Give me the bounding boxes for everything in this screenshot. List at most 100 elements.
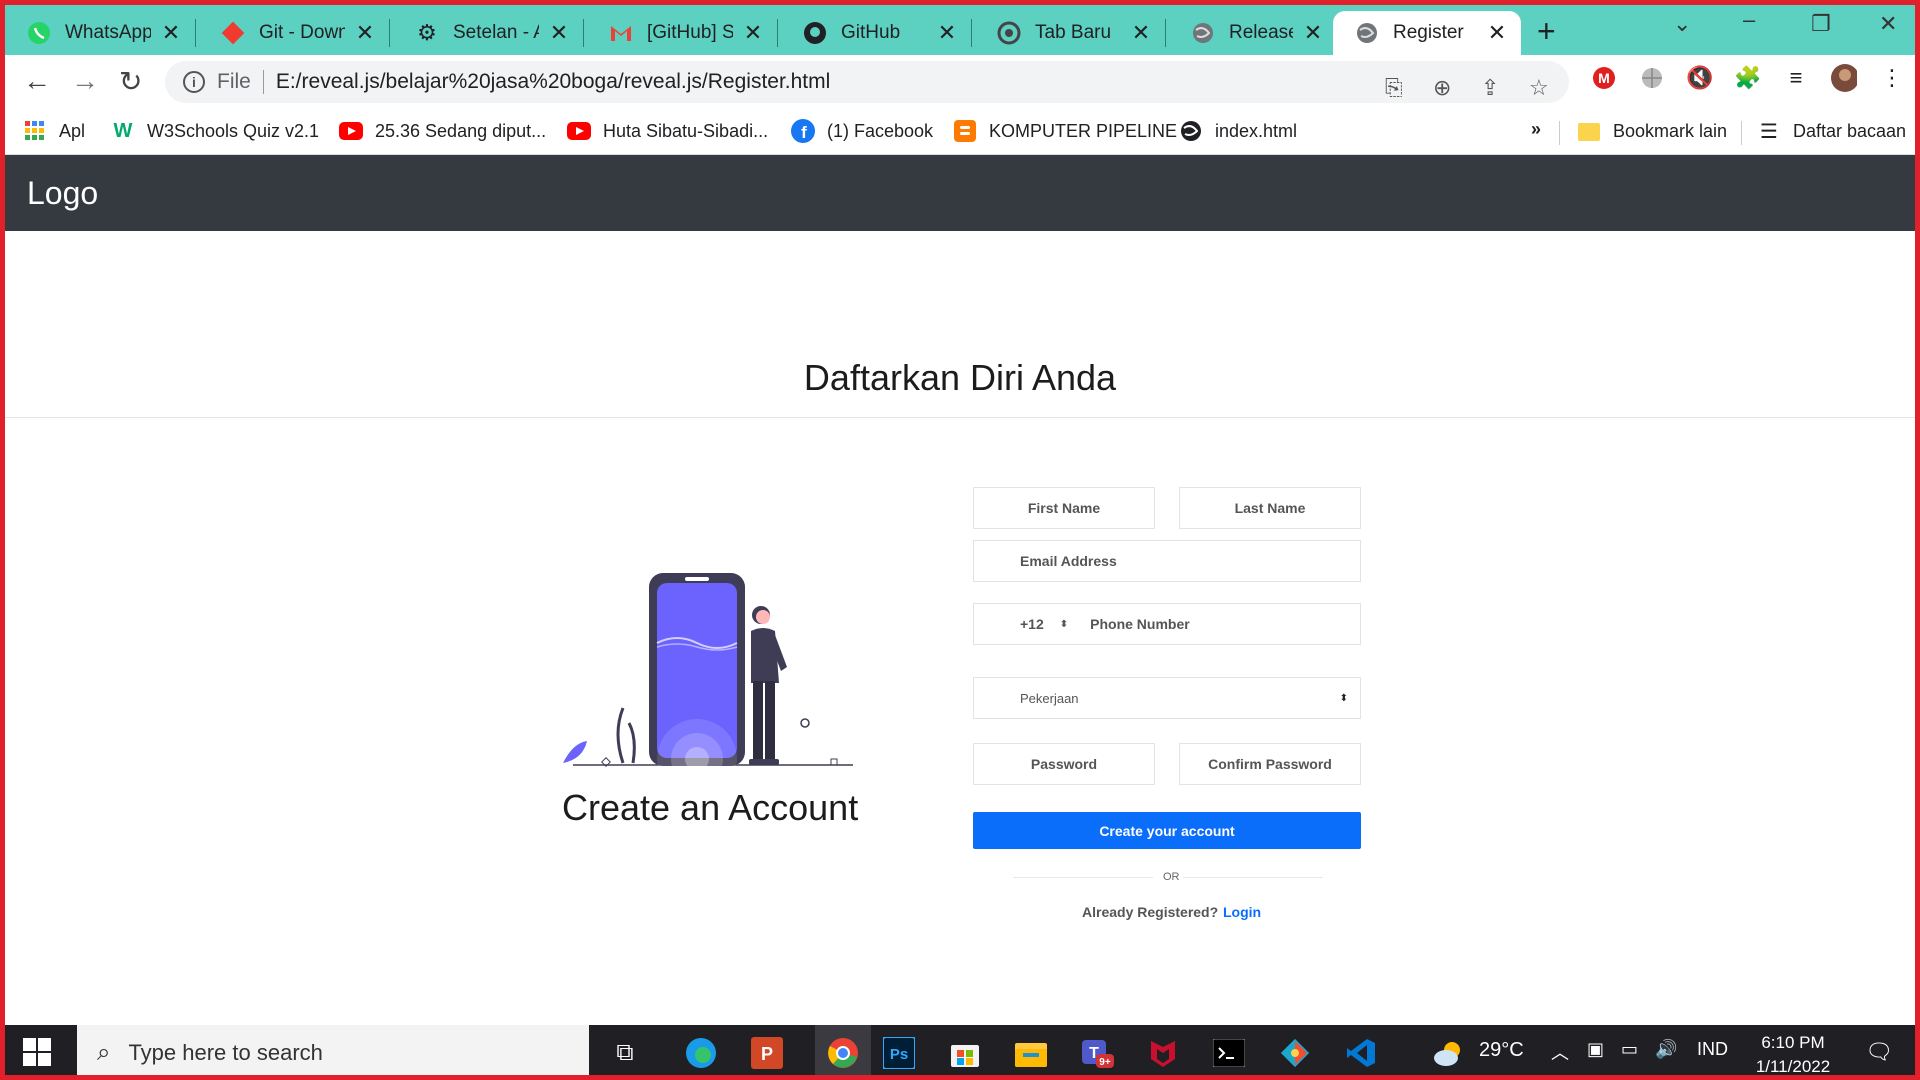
vscode-icon[interactable]	[1343, 1035, 1379, 1071]
site-logo[interactable]: Logo	[27, 175, 98, 212]
confirm-password-field[interactable]: Confirm Password	[1179, 743, 1361, 785]
tab-whatsapp[interactable]: WhatsApp ✕	[5, 11, 195, 55]
close-tab-icon[interactable]: ✕	[1487, 20, 1507, 46]
bookmark-label: W3Schools Quiz v2.1	[147, 120, 320, 141]
tab-releasenotes[interactable]: ReleaseNot ✕	[1169, 11, 1337, 55]
phone-placeholder: Phone Number	[1090, 616, 1190, 632]
divider	[5, 417, 1915, 418]
store-icon[interactable]	[947, 1035, 983, 1071]
pekerjaan-select[interactable]: Pekerjaan ⬍	[973, 677, 1361, 719]
bookmark-w3schools[interactable]: W W3Schools Quiz v2.1	[111, 119, 320, 143]
youtube-icon	[567, 119, 591, 143]
tab-new[interactable]: Tab Baru ✕	[975, 11, 1165, 55]
phone-field[interactable]: +12 ⬍ Phone Number	[973, 603, 1361, 645]
bookmark-facebook[interactable]: f (1) Facebook	[791, 119, 933, 143]
last-name-field[interactable]: Last Name	[1179, 487, 1361, 529]
close-tab-icon[interactable]: ✕	[937, 20, 957, 46]
tab-git[interactable]: Git - Downl ✕	[199, 11, 389, 55]
tray-chevron-icon[interactable]: ︿	[1551, 1039, 1569, 1065]
tab-register[interactable]: Register ✕	[1333, 11, 1521, 55]
confirm-password-placeholder: Confirm Password	[1208, 756, 1332, 772]
forward-arrow-icon[interactable]: →	[71, 65, 99, 97]
photoshop-icon[interactable]: Ps	[881, 1035, 917, 1071]
bookmark-star-icon[interactable]: ☆	[1529, 75, 1549, 101]
profile-avatar[interactable]	[1831, 64, 1857, 92]
notification-icon[interactable]: 🗨	[1865, 1039, 1893, 1065]
volume-icon[interactable]: 🔊	[1655, 1039, 1677, 1060]
media-control-icon[interactable]: ≡	[1783, 65, 1809, 91]
teams-badge: 9+	[1099, 1057, 1111, 1068]
tab-github[interactable]: GitHub ✕	[781, 11, 971, 55]
browser-toolbar: ← → ↻ i File E:/reveal.js/belajar%20jasa…	[5, 55, 1915, 109]
reload-icon[interactable]: ↻	[119, 65, 142, 98]
close-tab-icon[interactable]: ✕	[1131, 20, 1151, 46]
task-view-icon[interactable]: ⧉	[607, 1035, 643, 1071]
email-field[interactable]: Email Address	[973, 540, 1361, 582]
bookmark-youtube-2[interactable]: Huta Sibatu-Sibadi...	[567, 119, 768, 143]
select-arrows-icon: ⬍	[1059, 618, 1069, 630]
bookmark-label: Daftar bacaan	[1793, 120, 1907, 141]
first-name-field[interactable]: First Name	[973, 487, 1155, 529]
tab-settings[interactable]: ⚙ Setelan - Al ✕	[393, 11, 583, 55]
terminal-icon[interactable]	[1211, 1035, 1247, 1071]
weather-icon[interactable]	[1431, 1035, 1467, 1071]
windows-start-icon[interactable]	[23, 1038, 51, 1066]
country-code-select[interactable]: +12	[1020, 616, 1044, 632]
weather-temperature[interactable]: 29°C	[1479, 1039, 1524, 1062]
address-bar[interactable]: i File E:/reveal.js/belajar%20jasa%20bog…	[165, 61, 1569, 103]
battery-icon[interactable]: ▭	[1621, 1039, 1638, 1060]
first-name-placeholder: First Name	[1027, 500, 1101, 516]
gitkraken-icon[interactable]	[1277, 1035, 1313, 1071]
other-bookmarks-folder[interactable]: Bookmark lain	[1577, 119, 1727, 143]
meet-now-icon[interactable]: ▣	[1587, 1039, 1604, 1060]
mcafee-icon[interactable]	[1145, 1035, 1181, 1071]
tab-title: ReleaseNot	[1229, 22, 1293, 43]
chrome-taskbar-icon[interactable]	[815, 1025, 871, 1075]
new-tab-button[interactable]: +	[1537, 13, 1556, 50]
site-navbar: Logo	[5, 155, 1915, 231]
password-field[interactable]: Password	[973, 743, 1155, 785]
zoom-icon[interactable]: ⊕	[1433, 75, 1451, 101]
file-explorer-icon[interactable]	[1013, 1035, 1049, 1071]
edge-icon[interactable]	[683, 1035, 719, 1071]
bookmark-apps[interactable]: Apl	[23, 119, 85, 143]
gmail-icon	[609, 21, 633, 45]
input-language[interactable]: IND	[1697, 1039, 1728, 1060]
powerpoint-icon[interactable]: P	[749, 1035, 785, 1071]
extension-m-icon[interactable]: M	[1591, 65, 1617, 91]
system-clock[interactable]: 6:10 PM 1/11/2022	[1745, 1031, 1841, 1075]
share-icon[interactable]: ⇪	[1481, 75, 1499, 101]
teams-icon[interactable]: T 9+	[1079, 1035, 1115, 1071]
github-icon	[803, 21, 827, 45]
bookmark-youtube-1[interactable]: 25.36 Sedang diput...	[339, 119, 546, 143]
back-arrow-icon[interactable]: ←	[23, 65, 51, 97]
tab-gmail-github[interactable]: [GitHub] Si ✕	[587, 11, 777, 55]
close-tab-icon[interactable]: ✕	[549, 20, 569, 46]
restore-icon[interactable]: ❐	[1811, 11, 1831, 37]
mute-icon[interactable]: 🔇	[1686, 65, 1713, 91]
create-account-button[interactable]: Create your account	[973, 812, 1361, 849]
globe-icon	[1191, 21, 1215, 45]
url-text[interactable]: E:/reveal.js/belajar%20jasa%20boga/revea…	[276, 70, 830, 94]
extension-globe-icon[interactable]	[1639, 65, 1665, 91]
close-tab-icon[interactable]: ✕	[161, 20, 181, 46]
close-tab-icon[interactable]: ✕	[355, 20, 375, 46]
reading-list-button[interactable]: ☰ Daftar bacaan	[1757, 119, 1906, 143]
close-tab-icon[interactable]: ✕	[743, 20, 763, 46]
bookmark-blogger[interactable]: KOMPUTER PIPELINE	[953, 119, 1177, 143]
site-info-icon[interactable]: i	[183, 71, 205, 93]
tab-title: Git - Downl	[259, 22, 345, 43]
reading-list-icon: ☰	[1760, 120, 1778, 143]
login-link[interactable]: Login	[1223, 904, 1261, 920]
extensions-puzzle-icon[interactable]: 🧩	[1734, 65, 1761, 91]
bookmarks-overflow-button[interactable]: »	[1531, 119, 1541, 140]
close-window-icon[interactable]: ✕	[1879, 11, 1897, 37]
taskbar-search-box[interactable]: ⌕ Type here to search	[77, 1025, 589, 1075]
clock-time: 6:10 PM	[1761, 1033, 1825, 1052]
minimize-icon[interactable]: –	[1743, 7, 1755, 33]
translate-icon[interactable]: ⎘	[1385, 75, 1403, 101]
close-tab-icon[interactable]: ✕	[1303, 20, 1323, 46]
bookmark-index[interactable]: index.html	[1179, 119, 1297, 143]
tab-search-chevron-icon[interactable]: ⌄	[1673, 11, 1691, 37]
menu-kebab-icon[interactable]: ⋮	[1879, 65, 1905, 91]
